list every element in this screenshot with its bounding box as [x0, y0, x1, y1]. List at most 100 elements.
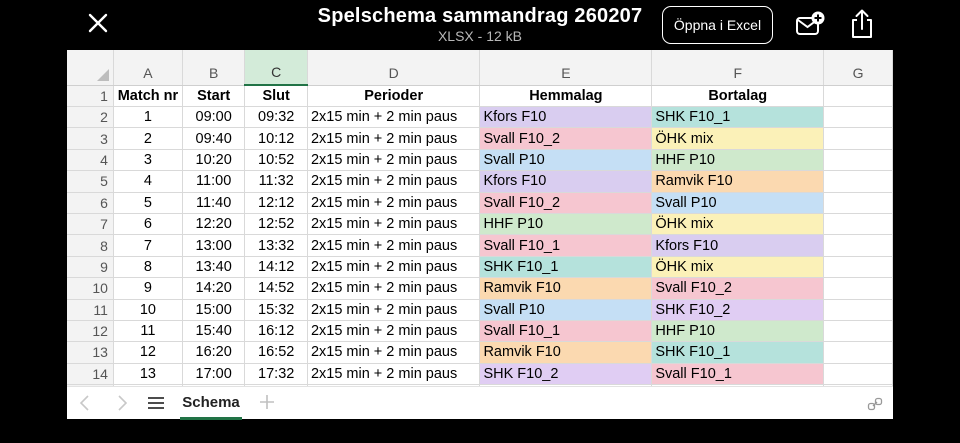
table-cell[interactable]: Svall F10_2 [479, 127, 653, 150]
table-cell[interactable]: 09:40 [182, 127, 246, 150]
table-cell[interactable] [823, 127, 893, 150]
table-cell[interactable]: 2x15 min + 2 min paus [307, 363, 481, 386]
table-cell[interactable]: Svall P10 [479, 299, 653, 321]
table-cell[interactable]: 12:52 [244, 213, 308, 236]
table-cell[interactable]: 4 [113, 170, 183, 193]
column-header-d[interactable]: D [307, 50, 481, 86]
header-cell[interactable]: Start [182, 85, 246, 107]
table-cell[interactable]: 2x15 min + 2 min paus [307, 170, 481, 193]
table-cell[interactable]: 10 [113, 299, 183, 321]
table-cell[interactable]: Svall P10 [651, 192, 825, 214]
table-cell[interactable]: 16:20 [182, 341, 246, 364]
table-cell[interactable]: 2x15 min + 2 min paus [307, 127, 481, 150]
header-cell[interactable]: Slut [244, 85, 308, 107]
table-cell[interactable]: 2x15 min + 2 min paus [307, 192, 481, 214]
table-cell[interactable]: 2x15 min + 2 min paus [307, 341, 481, 364]
row-header[interactable]: 13 [67, 341, 114, 364]
table-cell[interactable] [823, 170, 893, 193]
table-cell[interactable]: 11:40 [182, 192, 246, 214]
column-header-f[interactable]: F [651, 50, 825, 86]
table-cell[interactable] [823, 106, 893, 129]
table-cell[interactable]: Kfors F10 [651, 234, 825, 257]
table-cell[interactable]: 10:12 [244, 127, 308, 150]
table-cell[interactable]: 1 [113, 106, 183, 129]
row-header[interactable]: 3 [67, 127, 114, 150]
table-cell[interactable]: SHK F10_1 [479, 256, 653, 279]
column-header-g[interactable]: G [823, 50, 893, 86]
table-cell[interactable]: 11:32 [244, 170, 308, 193]
row-header[interactable]: 7 [67, 213, 114, 236]
table-cell[interactable] [823, 256, 893, 279]
table-cell[interactable]: 11 [113, 320, 183, 343]
table-cell[interactable]: ÖHK mix [651, 127, 825, 150]
table-cell[interactable]: Svall F10_2 [651, 277, 825, 300]
table-cell[interactable]: Kfors F10 [479, 170, 653, 193]
table-cell[interactable]: 2x15 min + 2 min paus [307, 213, 481, 236]
row-header[interactable]: 10 [67, 277, 114, 300]
row-header[interactable]: 6 [67, 192, 114, 214]
column-header-e[interactable]: E [479, 50, 653, 86]
table-cell[interactable]: 14:20 [182, 277, 246, 300]
table-cell[interactable]: SHK F10_2 [479, 363, 653, 386]
table-cell[interactable]: 15:32 [244, 299, 308, 321]
share-button[interactable] [848, 8, 876, 40]
table-cell[interactable]: 3 [113, 149, 183, 172]
table-cell[interactable]: Svall P10 [479, 149, 653, 172]
column-header-b[interactable]: B [182, 50, 246, 86]
table-cell[interactable] [823, 192, 893, 214]
table-cell[interactable]: 15:40 [182, 320, 246, 343]
select-all-corner[interactable] [67, 50, 114, 86]
row-header[interactable]: 11 [67, 299, 114, 321]
table-cell[interactable]: Kfors F10 [479, 106, 653, 129]
table-cell[interactable]: Svall F10_1 [479, 320, 653, 343]
table-cell[interactable]: 16:52 [244, 341, 308, 364]
table-cell[interactable]: SHK F10_1 [651, 341, 825, 364]
table-cell[interactable] [823, 320, 893, 343]
table-cell[interactable]: ÖHK mix [651, 256, 825, 279]
spreadsheet-grid[interactable]: A B C D E F G 1 Match nr Start Slut Perioder Hemmala… [67, 50, 893, 386]
chevron-right-icon[interactable] [114, 394, 130, 412]
table-cell[interactable]: SHK F10_2 [651, 299, 825, 321]
table-cell[interactable] [823, 277, 893, 300]
row-header[interactable]: 12 [67, 320, 114, 343]
table-cell[interactable]: 6 [113, 213, 183, 236]
table-cell[interactable]: 2x15 min + 2 min paus [307, 320, 481, 343]
column-header-a[interactable]: A [113, 50, 183, 86]
table-cell[interactable]: 2x15 min + 2 min paus [307, 106, 481, 129]
table-cell[interactable]: 9 [113, 277, 183, 300]
menu-icon[interactable] [147, 395, 165, 411]
link-icon[interactable] [867, 396, 883, 412]
table-cell[interactable] [823, 213, 893, 236]
table-cell[interactable]: 17:32 [244, 363, 308, 386]
spreadsheet-grid-area[interactable]: A B C D E F G 1 Match nr Start Slut Perioder Hemmala… [67, 50, 893, 386]
table-cell[interactable]: 5 [113, 192, 183, 214]
row-header[interactable]: 9 [67, 256, 114, 279]
table-cell[interactable] [823, 363, 893, 386]
table-cell[interactable]: Ramvik F10 [651, 170, 825, 193]
row-header[interactable]: 8 [67, 234, 114, 257]
plus-icon[interactable] [257, 390, 277, 414]
table-cell[interactable]: HHF P10 [651, 320, 825, 343]
table-cell[interactable]: 12:12 [244, 192, 308, 214]
header-cell[interactable]: Hemmalag [479, 85, 653, 107]
table-cell[interactable]: Svall F10_2 [479, 192, 653, 214]
table-cell[interactable]: 16:12 [244, 320, 308, 343]
column-header-c[interactable]: C [244, 50, 308, 86]
tab-schema[interactable]: Schema [180, 387, 242, 420]
table-cell[interactable]: HHF P10 [651, 149, 825, 172]
row-header[interactable]: 5 [67, 170, 114, 193]
header-cell[interactable]: Match nr [113, 85, 183, 107]
table-cell[interactable]: 13 [113, 363, 183, 386]
table-cell[interactable]: 2x15 min + 2 min paus [307, 277, 481, 300]
table-cell[interactable]: 09:00 [182, 106, 246, 129]
table-cell[interactable]: SHK F10_1 [651, 106, 825, 129]
mail-button[interactable] [795, 10, 825, 38]
header-cell[interactable]: Bortalag [651, 85, 825, 107]
table-cell[interactable]: 14:12 [244, 256, 308, 279]
table-cell[interactable] [823, 299, 893, 321]
header-cell[interactable]: Perioder [307, 85, 481, 107]
table-cell[interactable]: HHF P10 [479, 213, 653, 236]
table-cell[interactable]: 10:20 [182, 149, 246, 172]
table-cell[interactable]: 8 [113, 256, 183, 279]
row-header[interactable]: 1 [67, 85, 114, 107]
